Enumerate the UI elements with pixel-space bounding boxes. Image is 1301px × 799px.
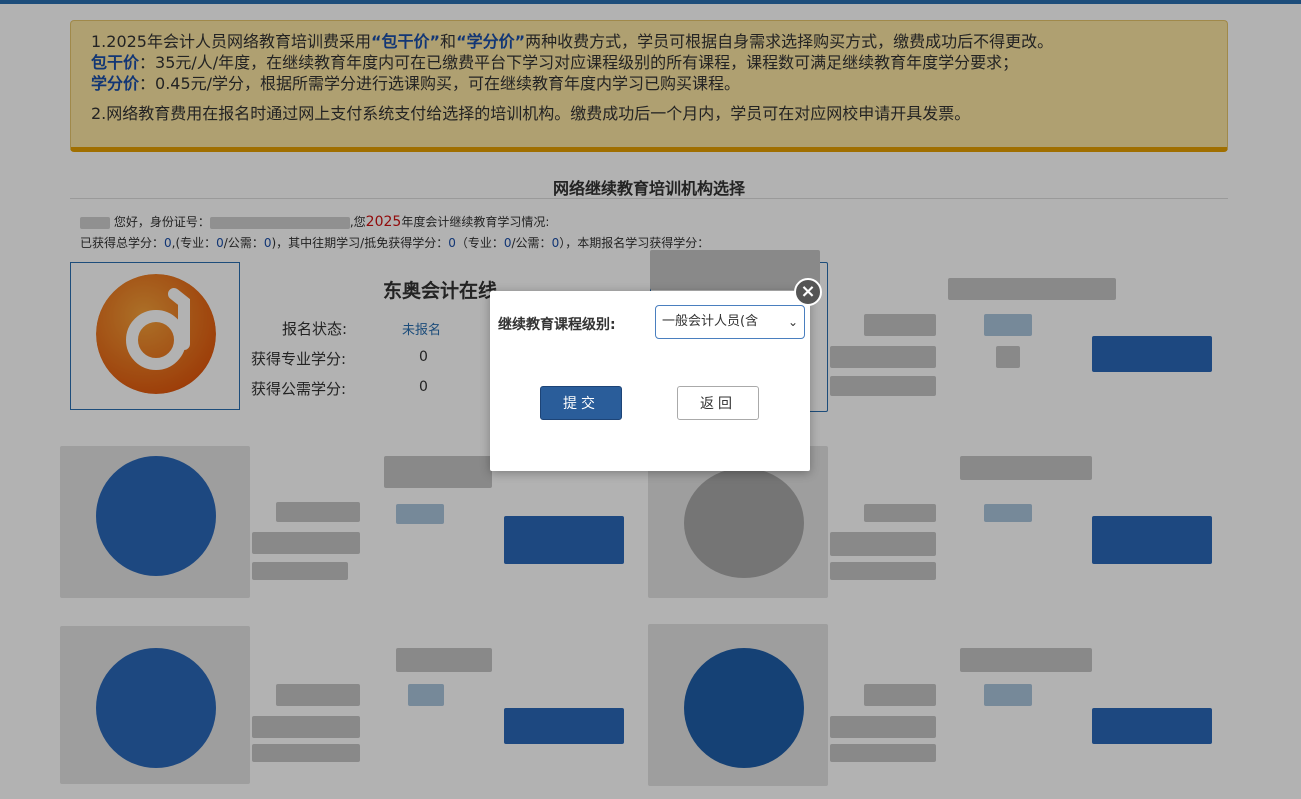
chevron-down-icon: ⌄ bbox=[787, 315, 798, 329]
course-level-dialog: 继续教育课程级别: 一般会计人员(含 ⌄ 提交 返回 bbox=[490, 291, 810, 471]
submit-button[interactable]: 提交 bbox=[540, 386, 622, 420]
back-button[interactable]: 返回 bbox=[677, 386, 759, 420]
close-icon[interactable]: × bbox=[794, 278, 822, 306]
course-level-selected-value: 一般会计人员(含 bbox=[662, 314, 759, 329]
course-level-select[interactable]: 一般会计人员(含 ⌄ bbox=[655, 305, 805, 339]
course-level-label: 继续教育课程级别: bbox=[498, 317, 616, 333]
